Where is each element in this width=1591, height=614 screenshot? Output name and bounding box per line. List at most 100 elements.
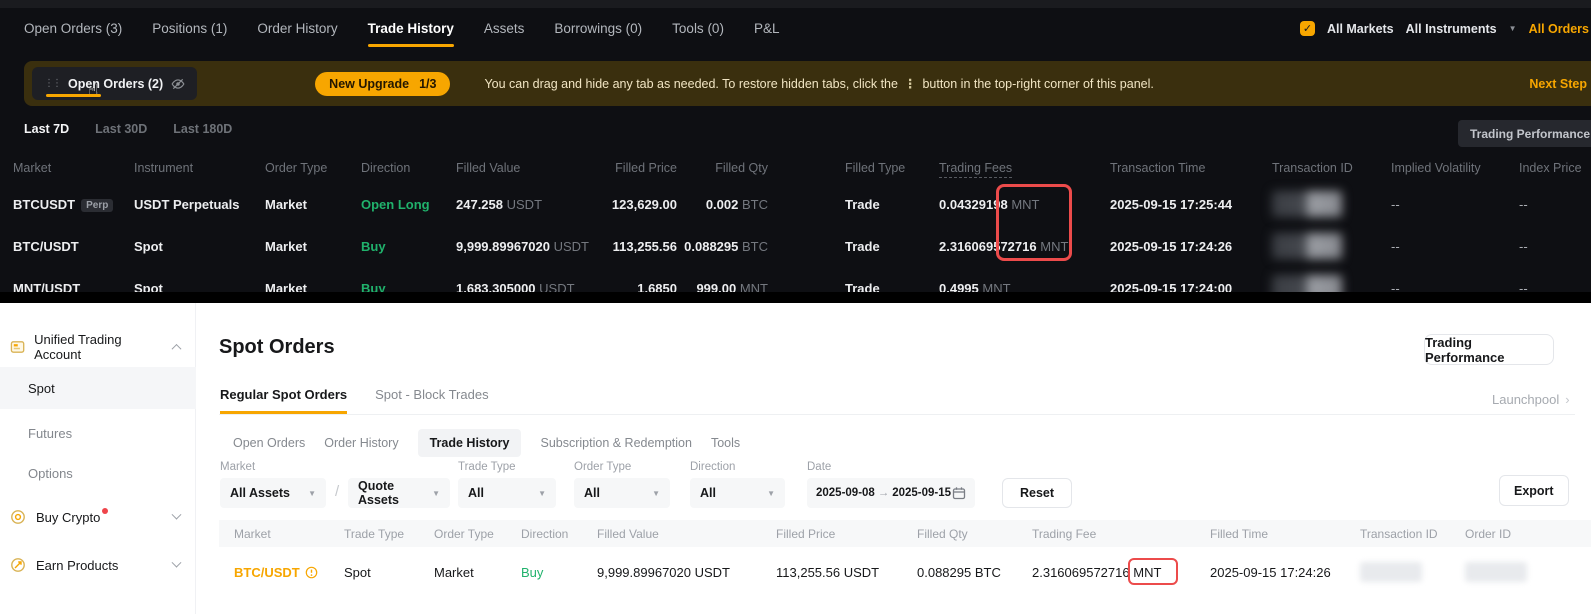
date-to: 2025-09-15 — [892, 487, 951, 499]
next-step-button[interactable]: Next Step — [1529, 77, 1587, 91]
column-header-order-id: Order ID — [1465, 527, 1591, 541]
market-cell[interactable]: BTCUSDTPerp — [13, 197, 134, 212]
reset-button[interactable]: Reset — [1002, 478, 1072, 508]
column-header-direction: Direction — [521, 527, 597, 541]
tab-tools[interactable]: Tools (0) — [672, 8, 724, 49]
date-from: 2025-09-08 — [816, 487, 875, 499]
trading-fee-cell: 0.4995 MNT — [939, 281, 1110, 293]
export-button[interactable]: Export — [1499, 475, 1569, 506]
coin-icon — [10, 509, 26, 525]
implied-volatility-cell: -- — [1391, 281, 1519, 293]
all-instruments-dropdown[interactable]: All Instruments — [1406, 22, 1497, 36]
app-root: Open Orders (3) Positions (1) Order Hist… — [0, 0, 1591, 614]
chevron-down-icon — [172, 509, 182, 519]
period-last-30d[interactable]: Last 30D — [95, 122, 147, 136]
subtab-trade-history[interactable]: Trade History — [418, 429, 522, 457]
date-range-picker[interactable]: 2025-09-08 → 2025-09-15 — [807, 478, 975, 508]
order-type-dropdown[interactable]: All▼ — [574, 478, 670, 508]
column-header-trading-fees[interactable]: Trading Fees — [939, 161, 1110, 175]
tab-regular-spot-orders[interactable]: Regular Spot Orders — [220, 387, 347, 414]
sidebar-item-label: Futures — [28, 426, 72, 441]
banner-message-post: button in the top-right corner of this p… — [922, 77, 1153, 91]
pair-separator: / — [335, 483, 339, 500]
market-filter-dropdown[interactable]: All Assets▼ — [220, 478, 326, 508]
filled-value-cell: 9,999.89967020 USDT — [597, 565, 776, 580]
sidebar-item-options[interactable]: Options — [0, 462, 196, 484]
subtab-subscription-redemption[interactable]: Subscription & Redemption — [540, 436, 691, 450]
filled-type-cell: Trade — [768, 281, 939, 293]
table-row: BTC/USDT Spot Market Buy 9,999.89967020 … — [0, 225, 1591, 267]
period-last-7d[interactable]: Last 7D — [24, 122, 69, 136]
tab-order-history[interactable]: Order History — [257, 8, 337, 49]
period-filter: Last 7D Last 30D Last 180D — [24, 122, 232, 136]
tab-positions[interactable]: Positions (1) — [152, 8, 227, 49]
page-title: Spot Orders — [219, 336, 335, 359]
tab-pnl[interactable]: P&L — [754, 8, 780, 49]
sidebar-item-label: Earn Products — [36, 558, 118, 573]
implied-volatility-cell: -- — [1391, 239, 1519, 254]
tab-assets[interactable]: Assets — [484, 8, 525, 49]
instrument-cell: Spot — [134, 239, 265, 254]
market-cell[interactable]: BTC/USDT — [234, 565, 344, 580]
subtab-tools[interactable]: Tools — [711, 436, 740, 450]
spot-orders-tabs: Regular Spot Orders Spot - Block Trades — [220, 387, 489, 414]
filled-qty-cell: 0.088295 BTC — [917, 565, 1032, 580]
index-price-cell: -- — [1519, 197, 1591, 212]
tab-borrowings[interactable]: Borrowings (0) — [554, 8, 642, 49]
column-header-filled-value: Filled Value — [597, 527, 776, 541]
column-header-order-type: Order Type — [265, 161, 361, 175]
filled-price-cell: 1.6850 — [590, 281, 677, 293]
hide-eye-icon[interactable] — [171, 77, 185, 91]
order-type-filter-label: Order Type — [574, 461, 631, 473]
sidebar-item-unified-trading-account[interactable]: Unified Trading Account — [0, 336, 196, 358]
banner-message-pre: You can drag and hide any tab as needed.… — [484, 77, 898, 91]
column-header-filled-price: Filled Price — [776, 527, 917, 541]
filled-qty-cell: 0.088295 BTC — [677, 239, 768, 254]
column-header-filled-time: Filled Time — [1210, 527, 1360, 541]
trading-performance-button[interactable]: Trading Performance — [1424, 334, 1554, 365]
trading-performance-button[interactable]: Trading Performance — [1458, 120, 1591, 147]
column-header-transaction-time: Transaction Time — [1110, 161, 1272, 175]
direction-filter-label: Direction — [690, 461, 735, 473]
filled-price-cell: 123,629.00 — [590, 197, 677, 212]
transaction-id-redacted — [1360, 562, 1422, 582]
all-orders-link[interactable]: All Orders — [1529, 22, 1589, 36]
filled-value-cell: 9,999.89967020 USDT — [456, 239, 590, 254]
index-price-cell: -- — [1519, 239, 1591, 254]
caret-down-icon: ▼ — [767, 489, 775, 498]
column-header-filled-qty: Filled Qty — [917, 527, 1032, 541]
sidebar-item-spot[interactable]: Spot — [0, 367, 196, 409]
tab-open-orders[interactable]: Open Orders (3) — [24, 8, 122, 49]
sidebar-item-earn-products[interactable]: Earn Products — [0, 554, 196, 576]
hand-cursor-icon: ☝ — [88, 81, 98, 101]
column-header-order-type: Order Type — [434, 527, 521, 541]
table-row: BTCUSDTPerp USDT Perpetuals Market Open … — [0, 183, 1591, 225]
subtab-order-history[interactable]: Order History — [324, 436, 398, 450]
sidebar-item-futures[interactable]: Futures — [0, 422, 196, 444]
perp-badge: Perp — [81, 199, 113, 212]
order-type-cell: Market — [265, 197, 361, 212]
trade-type-dropdown[interactable]: All▼ — [458, 478, 556, 508]
caret-down-icon: ▼ — [308, 489, 316, 498]
transaction-id-redacted — [1272, 191, 1342, 217]
trade-type-filter-label: Trade Type — [458, 461, 516, 473]
open-orders-tab-button[interactable]: ⋮⋮ Open Orders (2) ☝ — [32, 67, 197, 100]
direction-dropdown[interactable]: All▼ — [690, 478, 785, 508]
sidebar-item-buy-crypto[interactable]: Buy Crypto — [0, 506, 196, 528]
transaction-time-cell: 2025-09-15 17:24:00 — [1110, 281, 1272, 293]
period-last-180d[interactable]: Last 180D — [173, 122, 232, 136]
tab-spot-block-trades[interactable]: Spot - Block Trades — [375, 387, 488, 414]
subtab-open-orders[interactable]: Open Orders — [233, 436, 305, 450]
column-header-trading-fee: Trading Fee — [1032, 527, 1210, 541]
all-markets-checkbox[interactable]: ✓ — [1300, 21, 1315, 36]
launchpool-link[interactable]: Launchpool › — [1492, 392, 1570, 407]
new-upgrade-badge: New Upgrade 1/3 — [315, 72, 450, 96]
filled-qty-cell: 0.002 BTC — [677, 197, 768, 212]
sidebar-item-label: Buy Crypto — [36, 510, 100, 525]
column-header-direction: Direction — [361, 161, 456, 175]
market-cell[interactable]: MNT/USDT — [13, 281, 134, 293]
table-header-row: Market Trade Type Order Type Direction F… — [219, 520, 1591, 547]
tab-trade-history[interactable]: Trade History — [368, 8, 454, 49]
quote-assets-dropdown[interactable]: Quote Assets▼ — [348, 478, 450, 508]
market-cell[interactable]: BTC/USDT — [13, 239, 134, 254]
